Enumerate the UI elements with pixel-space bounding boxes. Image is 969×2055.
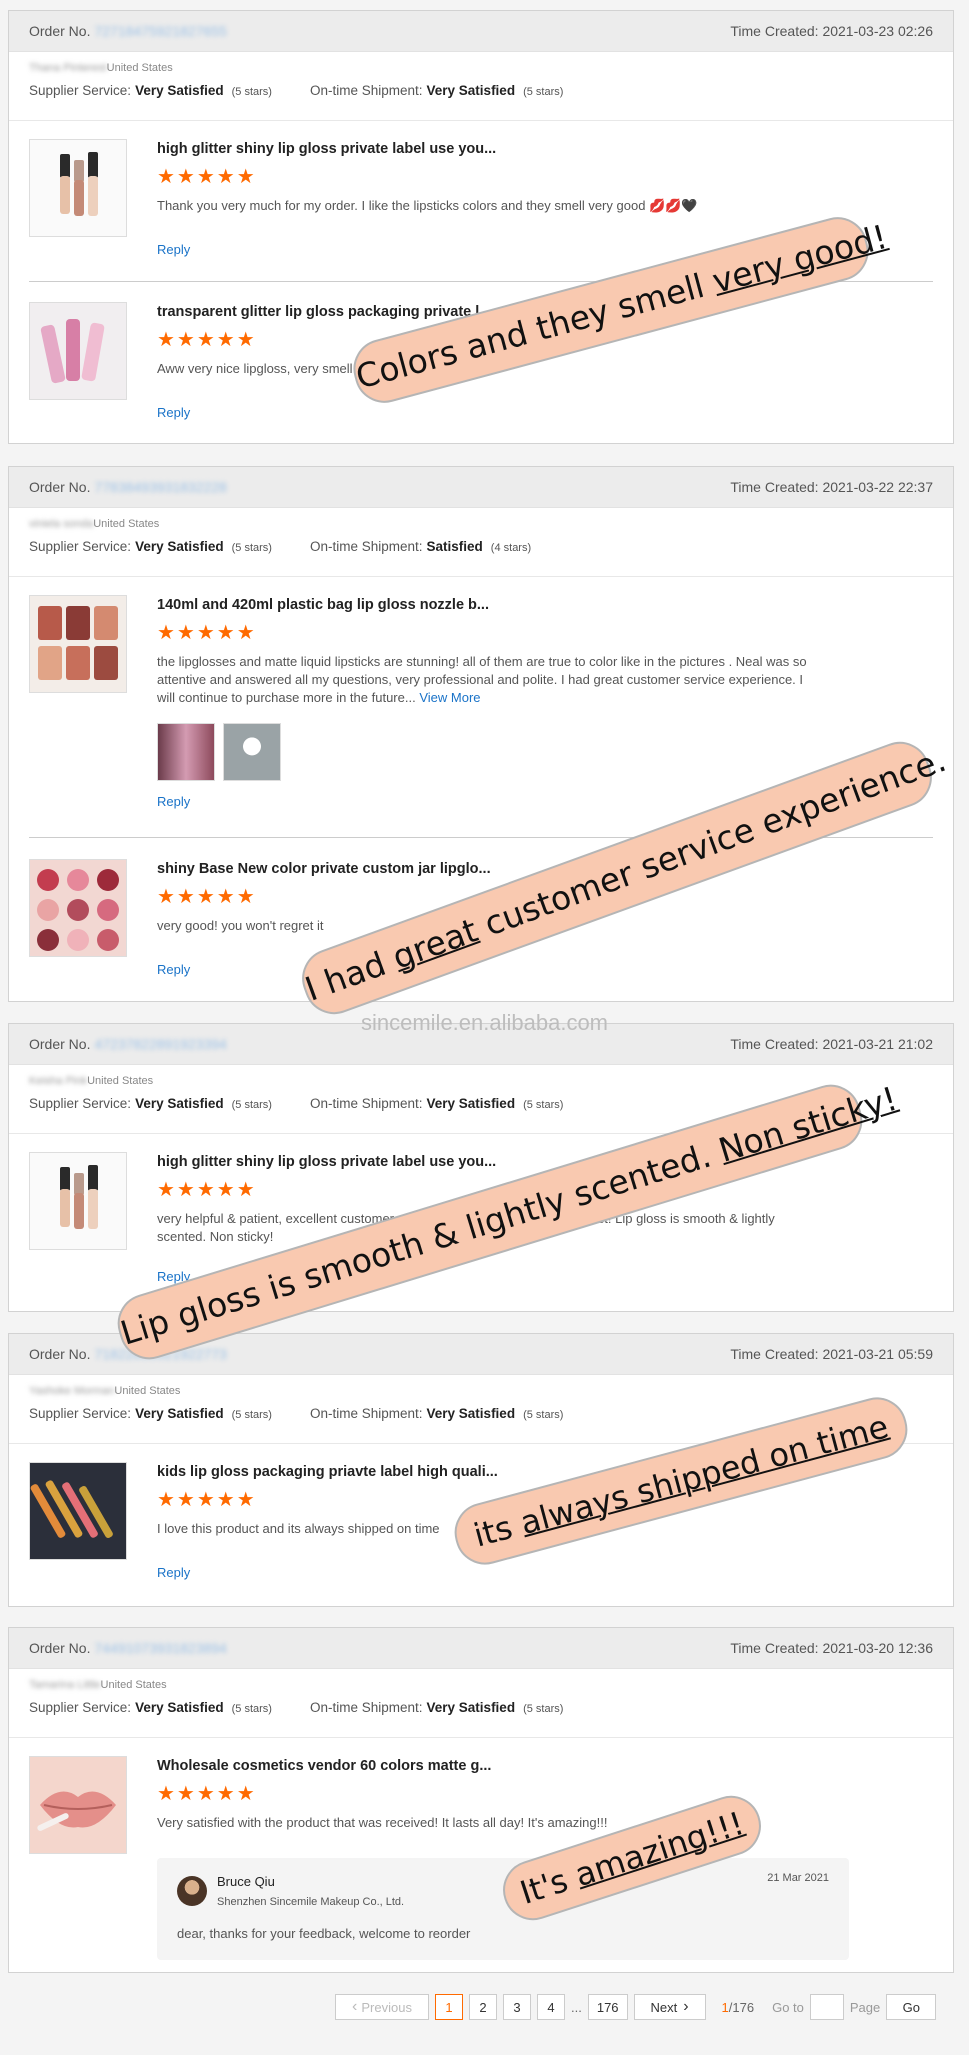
pagination-ellipsis: ... (571, 1999, 582, 2015)
buyer-info: Keisha PinkUnited States (29, 1075, 154, 1087)
ontime-shipment-rating: On-time Shipment: Very Satisfied (5 stars) (309, 83, 564, 98)
order-number: Order No. 72718475921827655 (29, 23, 227, 39)
lip-gloss-image (60, 152, 98, 216)
time-created: Time Created: 2021-03-21 05:59 (730, 1346, 933, 1362)
chevron-right-icon: › (683, 1998, 689, 2015)
order-number: Order No. 47237822891923394 (29, 1036, 227, 1052)
product-thumbnail[interactable] (29, 302, 127, 400)
supplier-service-rating: Supplier Service: Very Satisfied (5 stars) (29, 1700, 272, 1715)
reply-date: 21 Mar 2021 (767, 1872, 829, 1884)
supplier-service-rating: Supplier Service: Very Satisfied (5 stars) (29, 83, 272, 98)
order-number: Order No. 74491073931823894 (29, 1640, 227, 1656)
buyer-info: Tamarina LittleUnited States (29, 1679, 167, 1691)
buyer-info: Thana PinterestUnited States (29, 62, 173, 74)
buyer-info: viniela sondaUnited States (29, 518, 160, 530)
seller-reply: Bruce Qiu Shenzhen Sincemile Makeup Co.,… (157, 1858, 849, 1960)
ontime-shipment-rating: On-time Shipment: Very Satisfied (5 stars) (309, 1700, 564, 1715)
supplier-service-rating: Supplier Service: Very Satisfied (5 stars) (29, 1406, 272, 1421)
pagination: ‹ Previous 1 2 3 4 ... 176 Next › 1/176 Go… (335, 1994, 937, 2020)
lip-gloss-jars-image (30, 860, 126, 956)
reply-link[interactable]: Reply (157, 962, 190, 977)
order-meta: Thana PinterestUnited States Supplier Se… (9, 52, 953, 121)
review-photo[interactable] (157, 723, 215, 781)
reply-link[interactable]: Reply (157, 242, 190, 257)
order-header: Order No. 77838493931832228 Time Created:… (9, 467, 953, 508)
rating-stars: ★★★★★ (157, 166, 257, 188)
lip-gloss-bags-image (30, 596, 126, 692)
rating-stars: ★★★★★ (157, 1783, 257, 1805)
ontime-shipment-rating: On-time Shipment: Satisfied (4 stars) (309, 539, 532, 554)
page-button-2[interactable]: 2 (469, 1994, 497, 2020)
product-thumbnail[interactable] (29, 859, 127, 957)
product-title[interactable]: high glitter shiny lip gloss private lab… (157, 141, 933, 157)
buyer-info: Yashoke MormanUnited States (29, 1385, 181, 1397)
order-card-5: Order No. 74491073931823894 Time Created:… (8, 1627, 954, 1973)
page-button-last[interactable]: 176 (587, 1994, 628, 2020)
reply-link[interactable]: Reply (157, 1565, 190, 1580)
go-to-label: Go to (772, 1999, 804, 2015)
page-indicator: 1/176 (721, 1999, 755, 2015)
product-thumbnail[interactable] (29, 139, 127, 237)
page-button-1[interactable]: 1 (435, 1994, 463, 2020)
reply-link[interactable]: Reply (157, 405, 190, 420)
time-created: Time Created: 2021-03-22 22:37 (730, 479, 933, 495)
view-more-link[interactable]: View More (419, 690, 480, 705)
product-thumbnail[interactable] (29, 1152, 127, 1250)
order-header: Order No. 74491073931823894 Time Created:… (9, 1628, 953, 1669)
ontime-shipment-rating: On-time Shipment: Very Satisfied (5 stars) (309, 1096, 564, 1111)
order-meta: viniela sondaUnited States Supplier Serv… (9, 508, 953, 577)
rating-stars: ★★★★★ (157, 622, 257, 644)
order-card-3: Order No. 47237822891923394 Time Created:… (8, 1023, 954, 1312)
review-photo[interactable] (223, 723, 281, 781)
page-label: Page (849, 1999, 881, 2015)
lip-gloss-tubes-image (30, 1463, 126, 1559)
review-item: Wholesale cosmetics vendor 60 colors mat… (29, 1756, 933, 1966)
order-meta: Tamarina LittleUnited States Supplier Se… (9, 1669, 953, 1738)
ontime-shipment-rating: On-time Shipment: Very Satisfied (5 stars) (309, 1406, 564, 1421)
lip-gloss-image (30, 1153, 126, 1249)
page-number-input[interactable] (809, 1994, 844, 2020)
chevron-left-icon: ‹ (352, 1998, 358, 2015)
review-text: Thank you very much for my order. I like… (157, 198, 698, 213)
supplier-service-rating: Supplier Service: Very Satisfied (5 stars) (29, 539, 272, 554)
reply-text: dear, thanks for your feedback, welcome … (177, 1926, 471, 1941)
time-created: Time Created: 2021-03-23 02:26 (730, 23, 933, 39)
page-button-4[interactable]: 4 (537, 1994, 565, 2020)
next-page-button[interactable]: Next › (633, 1994, 706, 2020)
order-header: Order No. 72718475921827655 Time Created:… (9, 11, 953, 52)
previous-page-button[interactable]: ‹ Previous (335, 1994, 429, 2020)
lip-gloss-image (30, 303, 126, 399)
product-thumbnail[interactable] (29, 595, 127, 693)
supplier-service-rating: Supplier Service: Very Satisfied (5 stars) (29, 1096, 272, 1111)
go-button[interactable]: Go (886, 1994, 937, 2020)
watermark: sincemile.en.alibaba.com (360, 1010, 609, 1035)
time-created: Time Created: 2021-03-20 12:36 (730, 1640, 933, 1656)
replier-company: Shenzhen Sincemile Makeup Co., Ltd. (217, 1896, 405, 1908)
product-title[interactable]: 140ml and 420ml plastic bag lip gloss no… (157, 597, 933, 613)
product-thumbnail[interactable] (29, 1462, 127, 1560)
product-title[interactable]: Wholesale cosmetics vendor 60 colors mat… (157, 1758, 933, 1774)
time-created: Time Created: 2021-03-21 21:02 (730, 1036, 933, 1052)
order-number: Order No. 77838493931832228 (29, 479, 227, 495)
avatar (177, 1876, 207, 1906)
page-button-3[interactable]: 3 (503, 1994, 531, 2020)
reply-link[interactable]: Reply (157, 794, 190, 809)
replier-name: Bruce Qiu (217, 1874, 275, 1889)
product-thumbnail[interactable] (29, 1756, 127, 1854)
lips-image (30, 1757, 126, 1853)
review-text: the lipglosses and matte liquid lipstick… (157, 654, 807, 705)
